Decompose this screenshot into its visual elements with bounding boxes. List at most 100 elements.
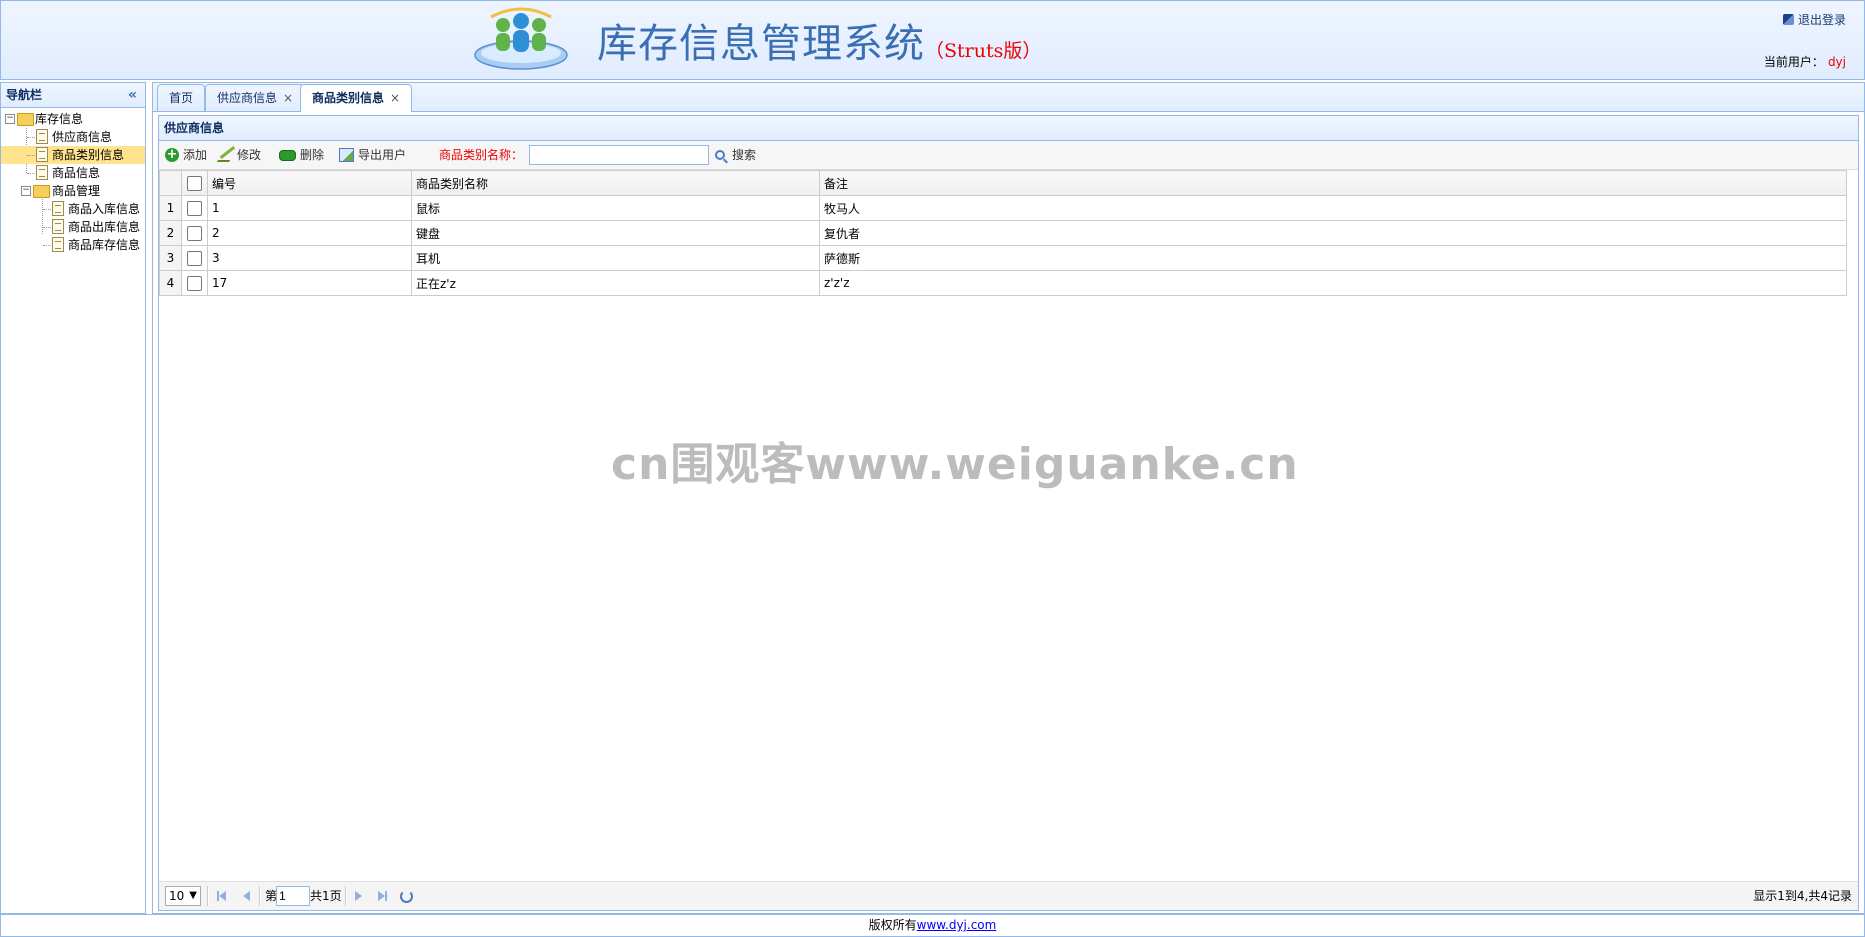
prev-page-icon[interactable] <box>243 891 250 901</box>
add-button[interactable]: + 添加 <box>165 147 207 163</box>
add-icon: + <box>165 147 179 162</box>
column-header-name[interactable]: 商品类别名称 <box>411 170 820 196</box>
tree-node-stock-in[interactable]: 商品入库信息 <box>1 200 145 218</box>
cell-id: 3 <box>207 245 412 271</box>
select-all-checkbox[interactable] <box>181 170 208 196</box>
cell-id: 1 <box>207 195 412 221</box>
watermark: cn围观客www.weiguanke.cn <box>611 439 1299 490</box>
row-checkbox[interactable] <box>181 220 208 246</box>
tree-node-stock-out[interactable]: 商品出库信息 <box>1 218 145 236</box>
tab-label: 供应商信息 <box>217 91 278 105</box>
logout-label: 退出登录 <box>1797 13 1846 27</box>
collapse-toggle-icon[interactable]: − <box>21 186 31 196</box>
tree-node-label: 商品管理 <box>52 184 101 198</box>
column-header-id[interactable]: 编号 <box>207 170 412 196</box>
category-name-search-input[interactable] <box>529 145 709 165</box>
table-row[interactable]: 2 2 键盘 复仇者 <box>159 220 1847 246</box>
delete-icon <box>279 149 296 161</box>
cell-note: 萨德斯 <box>819 245 1847 271</box>
footer: 版权所有www.dyj.com <box>0 914 1865 937</box>
table-row[interactable]: 4 17 正在z'z z'z'z <box>159 270 1847 296</box>
refresh-icon[interactable] <box>400 890 413 903</box>
checkbox-icon <box>187 275 202 291</box>
page-size-select[interactable]: 10 ▼ <box>165 886 201 906</box>
navigation-panel: 导航栏 « − 库存信息 供应商信息 商品类别信息 商品信息 − 商品管理 商品… <box>0 82 146 914</box>
page-total: 共1页 <box>310 889 342 903</box>
pager-separator <box>345 886 347 906</box>
tree-node-supplier[interactable]: 供应商信息 <box>1 128 145 146</box>
column-header-note[interactable]: 备注 <box>819 170 1847 196</box>
collapse-icon[interactable]: « <box>128 83 137 107</box>
footer-text: 版权所有 <box>868 918 917 932</box>
file-icon <box>52 219 64 234</box>
table-row[interactable]: 1 1 鼠标 牧马人 <box>159 195 1847 221</box>
first-page-icon[interactable] <box>219 891 226 901</box>
file-icon <box>52 201 64 216</box>
row-number: 4 <box>159 270 182 296</box>
folder-icon <box>17 113 34 126</box>
footer-link[interactable]: www.dyj.com <box>917 918 997 932</box>
logout-icon <box>1782 14 1794 25</box>
tree-line <box>27 137 35 138</box>
checkbox-icon <box>187 200 202 216</box>
cell-note: z'z'z <box>819 270 1847 296</box>
tree-node-inventory[interactable]: − 库存信息 <box>1 110 145 128</box>
close-icon[interactable]: × <box>390 91 400 105</box>
close-icon[interactable]: × <box>283 91 293 105</box>
file-icon <box>36 147 48 162</box>
search-button[interactable]: 搜索 <box>715 147 756 163</box>
row-checkbox[interactable] <box>181 195 208 221</box>
navigation-title: 导航栏 <box>6 88 43 102</box>
pagination-summary: 显示1到4,共4记录 <box>1753 889 1852 903</box>
pager-separator <box>259 886 261 906</box>
logout-link[interactable]: 退出登录 <box>1782 11 1846 28</box>
cell-name: 键盘 <box>411 220 820 246</box>
table-header-row: 编号 商品类别名称 备注 <box>159 170 1847 196</box>
table-row[interactable]: 3 3 耳机 萨德斯 <box>159 245 1847 271</box>
tree-node-goods-management[interactable]: − 商品管理 <box>1 182 145 200</box>
search-label-text: 搜索 <box>732 148 757 162</box>
search-icon <box>715 150 725 160</box>
file-icon <box>52 237 64 252</box>
nav-tree: − 库存信息 供应商信息 商品类别信息 商品信息 − 商品管理 商品入库信息 商… <box>1 110 145 254</box>
cell-name: 鼠标 <box>411 195 820 221</box>
tab-bar: 首页 供应商信息 × 商品类别信息 × <box>153 83 1864 112</box>
tree-line <box>43 209 51 210</box>
tab-supplier[interactable]: 供应商信息 × <box>205 84 306 111</box>
current-user: 当前用户： dyj <box>1764 53 1846 70</box>
row-number-header <box>159 170 182 196</box>
pager-separator <box>207 886 209 906</box>
tree-node-goods[interactable]: 商品信息 <box>1 164 145 182</box>
datagrid-title: 供应商信息 <box>159 116 1858 141</box>
export-icon <box>339 148 354 162</box>
system-subtitle: （Struts版） <box>925 40 1042 62</box>
export-button[interactable]: 导出用户 <box>339 147 406 163</box>
file-icon <box>36 129 48 144</box>
add-label: 添加 <box>183 148 208 162</box>
edit-button[interactable]: 修改 <box>216 147 261 163</box>
row-checkbox[interactable] <box>181 270 208 296</box>
collapse-toggle-icon[interactable]: − <box>5 114 15 124</box>
tab-home[interactable]: 首页 <box>157 84 206 111</box>
tree-node-label: 商品类别信息 <box>52 148 125 162</box>
tree-node-category[interactable]: 商品类别信息 <box>1 146 145 164</box>
last-page-icon[interactable] <box>378 891 385 901</box>
page-number-input[interactable] <box>276 886 310 906</box>
tree-node-label: 库存信息 <box>35 112 84 126</box>
tab-label: 首页 <box>169 91 194 105</box>
tree-node-stock[interactable]: 商品库存信息 <box>1 236 145 254</box>
search-label: 商品类别名称： <box>439 148 524 162</box>
checkbox-icon <box>187 225 202 241</box>
delete-button[interactable]: 删除 <box>279 147 324 163</box>
cell-note: 复仇者 <box>819 220 1847 246</box>
tree-node-label: 商品出库信息 <box>68 220 141 234</box>
checkbox-icon <box>187 175 202 191</box>
pencil-icon <box>216 148 238 162</box>
row-checkbox[interactable] <box>181 245 208 271</box>
file-icon <box>36 165 48 180</box>
row-number: 1 <box>159 195 182 221</box>
tab-category[interactable]: 商品类别信息 × <box>300 84 413 112</box>
tree-line <box>43 227 51 228</box>
chevron-down-icon: ▼ <box>189 890 197 901</box>
next-page-icon[interactable] <box>355 891 362 901</box>
